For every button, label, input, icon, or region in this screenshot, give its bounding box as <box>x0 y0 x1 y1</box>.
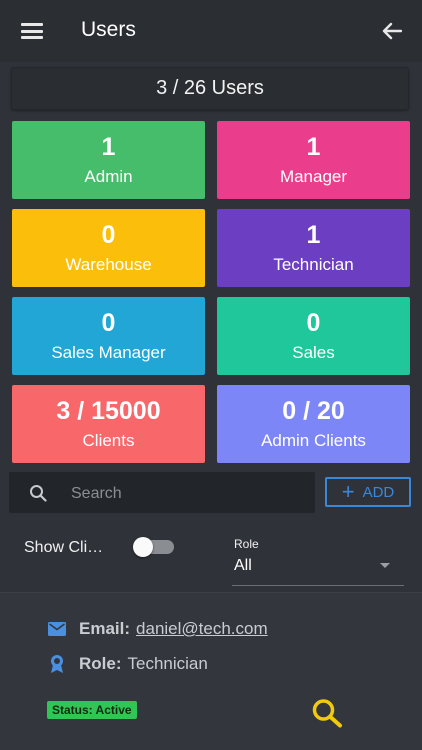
role-card-count: 1 <box>306 132 321 161</box>
arrow-left-icon[interactable] <box>382 22 402 40</box>
page-title: Users <box>81 18 136 41</box>
email-label: Email: <box>79 619 131 638</box>
app-bar: Users <box>0 0 422 62</box>
role-card-sales[interactable]: 0 Sales <box>217 297 410 375</box>
role-card-label: Sales <box>292 342 335 362</box>
email-link[interactable]: daniel@tech.com <box>136 619 268 639</box>
role-card-label: Technician <box>273 254 354 274</box>
role-filter-value: All <box>234 557 252 574</box>
role-filter-underline <box>232 585 404 586</box>
status-badge: Status: Active <box>47 701 137 719</box>
role-card-sales-manager[interactable]: 0 Sales Manager <box>12 297 205 375</box>
role-card-count: 0 / 20 <box>282 396 345 425</box>
role-card-admin[interactable]: 1 Admin <box>12 121 205 199</box>
show-clients-label: Show Cli… <box>24 539 104 556</box>
role-card-label: Sales Manager <box>51 342 166 362</box>
role-card-count: 1 <box>306 220 321 249</box>
role-card-technician[interactable]: 1 Technician <box>217 209 410 287</box>
role-card-admin-clients[interactable]: 0 / 20 Admin Clients <box>217 385 410 463</box>
search-icon <box>30 485 47 502</box>
search-bar <box>9 472 315 515</box>
role-card-count: 0 <box>101 308 116 337</box>
hamburger-menu-icon[interactable] <box>21 23 43 39</box>
role-filter-label: Role <box>234 537 259 551</box>
role-card-label: Clients <box>82 430 135 450</box>
role-value: Technician <box>127 654 208 673</box>
role-card-count: 0 <box>101 220 116 249</box>
users-summary-text: 3 / 26 Users <box>156 77 264 99</box>
role-card-label: Admin <box>84 166 133 186</box>
add-button-label: ADD <box>362 483 395 501</box>
role-card-clients[interactable]: 3 / 15000 Clients <box>12 385 205 463</box>
search-input[interactable] <box>69 472 313 515</box>
role-card-manager[interactable]: 1 Manager <box>217 121 410 199</box>
chevron-down-icon <box>380 563 390 568</box>
magnifier-icon[interactable] <box>311 698 343 728</box>
role-filter-select[interactable] <box>231 552 404 580</box>
role-card-count: 0 <box>306 308 321 337</box>
users-summary: 3 / 26 Users <box>11 67 409 110</box>
add-user-button[interactable]: + ADD <box>325 477 411 507</box>
show-clients-toggle[interactable] <box>133 537 174 557</box>
role-card-warehouse[interactable]: 0 Warehouse <box>12 209 205 287</box>
role-label: Role: <box>79 654 122 673</box>
email-icon <box>48 622 66 636</box>
role-card-label: Manager <box>279 166 348 186</box>
plus-icon: + <box>341 479 355 504</box>
role-card-count: 1 <box>101 132 116 161</box>
user-role-row: Role: Technician <box>48 654 208 674</box>
role-card-label: Warehouse <box>65 254 152 274</box>
award-badge-icon <box>51 655 63 673</box>
role-card-label: Admin Clients <box>261 430 366 450</box>
user-email-row: Email: daniel@tech.com <box>48 619 268 639</box>
role-card-count: 3 / 15000 <box>56 396 161 425</box>
toggle-knob <box>133 537 153 557</box>
